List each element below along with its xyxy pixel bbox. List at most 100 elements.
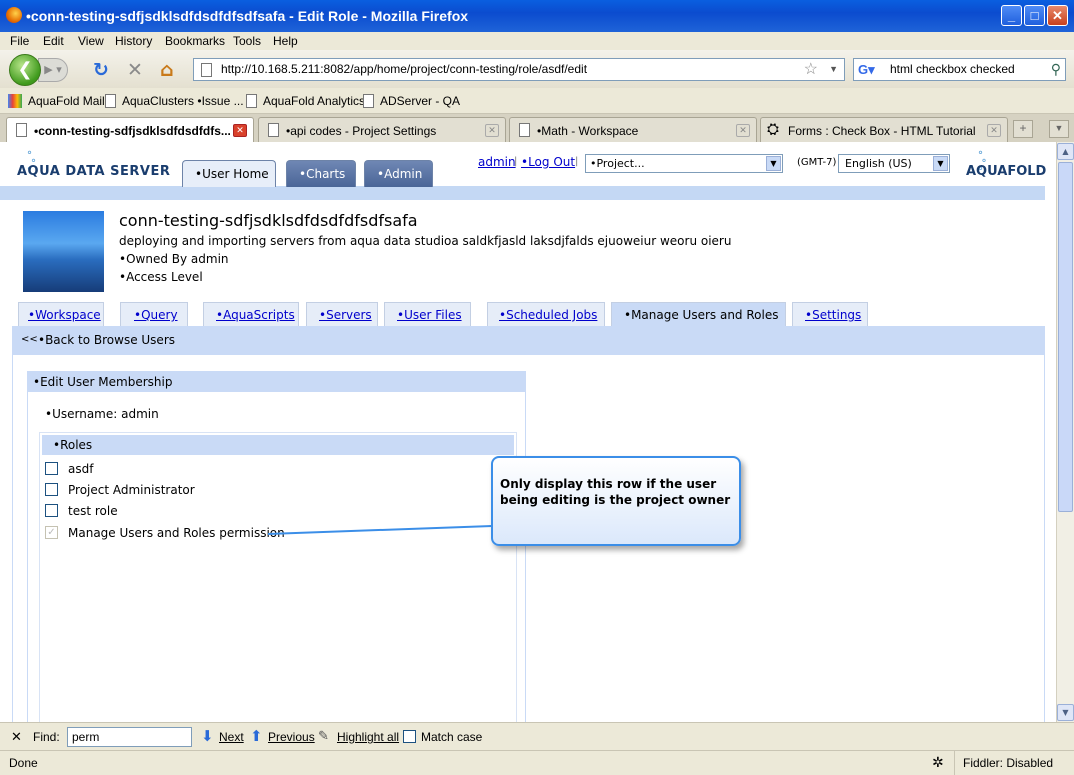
browser-tab-api-codes[interactable]: •api codes - Project Settings ✕ (258, 117, 506, 142)
bookmark-aquaclusters[interactable]: AquaClusters •Issue ... (105, 94, 244, 108)
minimize-button[interactable]: _ (1001, 5, 1022, 26)
page-icon (105, 94, 116, 108)
menu-view[interactable]: View (78, 34, 104, 48)
role-checkbox-asdf[interactable] (45, 462, 58, 475)
page-content: ° °° AQUA DATA SERVER •User Home •Charts… (0, 142, 1056, 722)
tab-user-files[interactable]: •User Files (384, 302, 471, 326)
close-button[interactable]: ✕ (1047, 5, 1068, 26)
close-tab-icon[interactable]: ✕ (233, 124, 247, 137)
reload-icon[interactable]: ↻ (93, 59, 109, 81)
tab-charts[interactable]: •Charts (286, 160, 356, 187)
separator: | (575, 156, 579, 167)
tab-admin[interactable]: •Admin (364, 160, 433, 187)
magnifier-icon[interactable]: ⚲ (1051, 59, 1061, 80)
role-checkbox-test-role[interactable] (45, 504, 58, 517)
menu-file[interactable]: File (10, 34, 29, 48)
stop-icon[interactable]: ✕ (127, 59, 143, 81)
tab-scheduled-jobs[interactable]: •Scheduled Jobs (487, 302, 605, 326)
tab-user-home[interactable]: •User Home (182, 160, 276, 187)
tab-aquascripts[interactable]: •AquaScripts (203, 302, 299, 326)
browser-tab-math[interactable]: •Math - Workspace ✕ (509, 117, 757, 142)
scroll-up-icon[interactable]: ▲ (1057, 143, 1074, 160)
find-bar: ✕ Find: perm ⬇ Next ⬆ Previous ✎ Highlig… (0, 722, 1074, 750)
star-icon[interactable]: ☆ (804, 59, 818, 80)
match-case-checkbox[interactable] (403, 730, 416, 743)
close-tab-icon[interactable]: ✕ (736, 124, 750, 137)
role-label-project-administrator: Project Administrator (68, 483, 195, 497)
roles-title: •Roles (53, 438, 93, 452)
find-input[interactable]: perm (67, 727, 192, 747)
tab-label: •Admin (377, 167, 423, 181)
home-icon[interactable]: ⌂ (160, 59, 174, 81)
find-next-button[interactable]: Next (219, 730, 244, 744)
close-find-icon[interactable]: ✕ (11, 729, 22, 745)
tab-label: •User Home (195, 167, 269, 181)
scroll-down-icon[interactable]: ▼ (1057, 704, 1074, 721)
google-icon[interactable]: G▾ (858, 62, 875, 77)
bookmark-label: AquaFold Analytics (263, 94, 366, 108)
chevron-down-icon: ▼ (766, 156, 781, 171)
arrow-up-icon[interactable]: ⬆ (250, 727, 263, 745)
forward-button[interactable]: ▶ ▾ (38, 58, 68, 82)
page-icon (246, 94, 257, 108)
close-tab-icon[interactable]: ✕ (987, 124, 1001, 137)
close-tab-icon[interactable]: ✕ (485, 124, 499, 137)
maximize-button[interactable]: □ (1024, 5, 1045, 26)
callout-text: Only display this row if the user being … (500, 477, 731, 507)
scroll-thumb[interactable] (1058, 162, 1073, 512)
window-title: •conn-testing-sdfjsdklsdfdsdfdfsdfsafa -… (26, 8, 469, 24)
search-input[interactable]: G▾ html checkbox checked ⚲ (853, 58, 1066, 81)
back-arrows-icon: << (21, 334, 38, 345)
tab-label: •User Files (397, 308, 462, 322)
url-dropdown-icon[interactable]: ▼ (829, 59, 838, 80)
back-button[interactable]: ❮ (9, 54, 41, 86)
language-select[interactable]: English (US) ▼ (838, 154, 950, 173)
highlighter-icon[interactable]: ✎ (318, 728, 329, 744)
new-tab-icon[interactable]: + (1013, 120, 1033, 138)
fiddler-status: Fiddler: Disabled (963, 756, 1054, 770)
user-link[interactable]: admin (478, 155, 516, 169)
browser-tab-forms[interactable]: ⛭ Forms : Check Box - HTML Tutorial ✕ (760, 117, 1008, 142)
panel-header: •Edit User Membership (28, 372, 525, 392)
bookmark-adserver-qa[interactable]: ADServer - QA (363, 94, 460, 108)
logout-link[interactable]: •Log Out (521, 155, 575, 169)
page-icon (268, 123, 279, 137)
role-checkbox-project-administrator[interactable] (45, 483, 58, 496)
find-previous-button[interactable]: Previous (268, 730, 315, 744)
bookmark-label: ADServer - QA (380, 94, 461, 108)
url-text: http://10.168.5.211:8082/app/home/projec… (221, 62, 588, 76)
role-checkbox-manage-users-permission[interactable]: ✓ (45, 526, 58, 539)
menu-history[interactable]: History (115, 34, 152, 48)
username-label: •Username: admin (45, 407, 159, 421)
bookmark-aquafold-analytics[interactable]: AquaFold Analytics (246, 94, 365, 108)
menu-tools[interactable]: Tools (233, 34, 261, 48)
tab-query[interactable]: •Query (120, 302, 188, 326)
bookmark-aquafold-mail[interactable]: AquaFold Mail (8, 94, 105, 108)
vertical-scrollbar[interactable]: ▲ ▼ (1056, 142, 1074, 722)
tab-list-icon[interactable]: ▼ (1049, 120, 1069, 138)
url-input[interactable]: http://10.168.5.211:8082/app/home/projec… (193, 58, 845, 81)
project-thumbnail (23, 211, 104, 292)
tab-workspace[interactable]: •Workspace (18, 302, 104, 326)
menu-edit[interactable]: Edit (43, 34, 64, 48)
project-select-value: •Project... (590, 157, 645, 170)
menu-bar: File Edit View History Bookmarks Tools H… (0, 32, 1074, 50)
chevron-down-icon: ▼ (933, 156, 948, 171)
navigation-toolbar: ▶ ▾ ❮ ↻ ✕ ⌂ http://10.168.5.211:8082/app… (0, 50, 1074, 88)
tab-label: •Settings (805, 308, 862, 322)
bug-icon[interactable]: ✲ (932, 754, 944, 771)
arrow-down-icon[interactable]: ⬇ (201, 727, 214, 745)
menu-help[interactable]: Help (273, 34, 298, 48)
project-select[interactable]: •Project... ▼ (585, 154, 783, 173)
browser-tab-active[interactable]: •conn-testing-sdfjsdklsdfdsdfdfs... ✕ (6, 117, 254, 142)
highlight-all-button[interactable]: Highlight all (337, 730, 399, 744)
roles-header: •Roles (42, 435, 514, 455)
menu-bookmarks[interactable]: Bookmarks (165, 34, 225, 48)
role-label-asdf: asdf (68, 462, 94, 476)
tab-manage-users-and-roles[interactable]: •Manage Users and Roles (611, 302, 786, 326)
page-icon (16, 123, 27, 137)
tab-servers[interactable]: •Servers (306, 302, 378, 326)
tab-settings[interactable]: •Settings (792, 302, 868, 326)
back-to-browse-users-link[interactable]: •Back to Browse Users (38, 333, 175, 347)
back-bar: << •Back to Browse Users (12, 326, 1045, 355)
